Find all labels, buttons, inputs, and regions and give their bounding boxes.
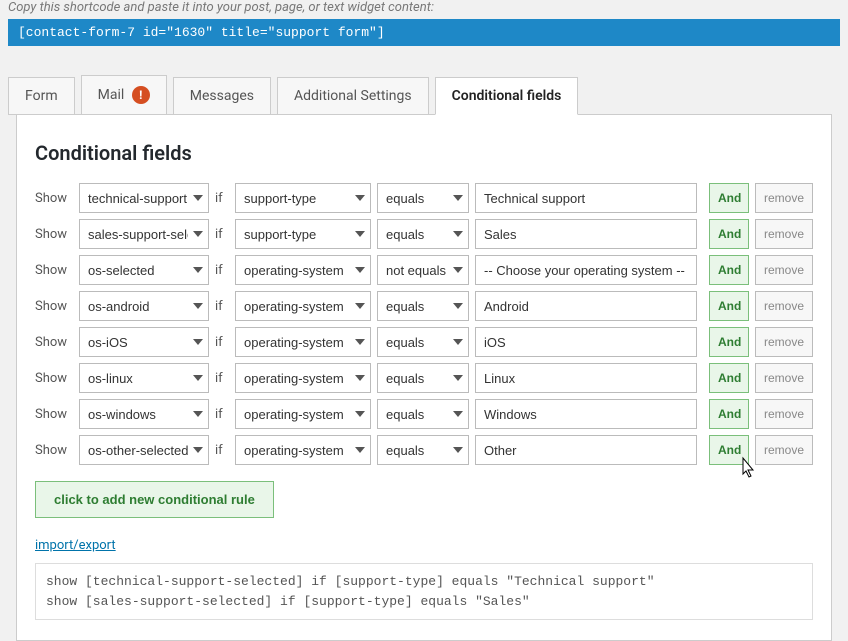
if-keyword: if (215, 335, 229, 350)
field-select[interactable]: operating-system (235, 363, 371, 393)
remove-button[interactable]: remove (755, 219, 813, 249)
field-select[interactable]: operating-system (235, 255, 371, 285)
tab-messages[interactable]: Messages (173, 77, 271, 115)
if-keyword: if (215, 407, 229, 422)
rule-row: Show technical-support if support-typeequal… (35, 183, 813, 213)
if-keyword: if (215, 443, 229, 458)
and-button[interactable]: And (709, 183, 749, 213)
group-select[interactable]: os-selected (79, 255, 209, 285)
group-select[interactable]: os-linux (79, 363, 209, 393)
remove-button[interactable]: remove (755, 183, 813, 213)
add-rule-button[interactable]: click to add new conditional rule (35, 481, 274, 518)
tab-conditional-fields[interactable]: Conditional fields (435, 77, 579, 115)
rule-row: Show os-linux if operating-systemequals Andr… (35, 363, 813, 393)
rule-row: Show os-windows if operating-systemequals An… (35, 399, 813, 429)
value-input[interactable] (475, 219, 697, 249)
show-keyword: Show (35, 263, 73, 278)
import-export-link[interactable]: import/export (35, 538, 116, 553)
value-input[interactable] (475, 183, 697, 213)
and-button[interactable]: And (709, 327, 749, 357)
group-select[interactable]: os-windows (79, 399, 209, 429)
group-select[interactable]: os-other-selected (79, 435, 209, 465)
if-keyword: if (215, 299, 229, 314)
rules-textarea[interactable]: show [technical-support-selected] if [su… (35, 563, 813, 620)
show-keyword: Show (35, 371, 73, 386)
shortcode-bar[interactable]: [contact-form-7 id="1630" title="support… (8, 19, 840, 46)
and-button[interactable]: And (709, 255, 749, 285)
operator-select[interactable]: equals (377, 183, 469, 213)
and-button[interactable]: And (709, 435, 749, 465)
operator-select[interactable]: equals (377, 219, 469, 249)
show-keyword: Show (35, 407, 73, 422)
field-select[interactable]: operating-system (235, 435, 371, 465)
and-button[interactable]: And (709, 399, 749, 429)
if-keyword: if (215, 227, 229, 242)
value-input[interactable] (475, 327, 697, 357)
tab-bar: Form Mail ! Messages Additional Settings… (8, 74, 840, 114)
and-button[interactable]: And (709, 363, 749, 393)
rules-list: Showtechnical-supportifsupport-typeequal… (35, 183, 813, 465)
show-keyword: Show (35, 299, 73, 314)
value-input[interactable] (475, 435, 697, 465)
rule-row: Show os-selected if operating-systemnot equ… (35, 255, 813, 285)
if-keyword: if (215, 191, 229, 206)
alert-icon: ! (132, 86, 150, 104)
section-title: Conditional fields (35, 141, 813, 165)
if-keyword: if (215, 371, 229, 386)
value-input[interactable] (475, 255, 697, 285)
group-select[interactable]: os-android (79, 291, 209, 321)
conditional-fields-panel: Conditional fields Show technical-support… (16, 114, 832, 641)
group-select[interactable]: os-iOS (79, 327, 209, 357)
operator-select[interactable]: not equals (377, 255, 469, 285)
rule-row: Show os-iOS if operating-systemequals Andrem… (35, 327, 813, 357)
operator-select[interactable]: equals (377, 327, 469, 357)
rule-row: Show sales-support-selected if support-type… (35, 219, 813, 249)
field-select[interactable]: operating-system (235, 291, 371, 321)
and-button[interactable]: And (709, 291, 749, 321)
field-select[interactable]: support-type (235, 183, 371, 213)
remove-button[interactable]: remove (755, 435, 813, 465)
shortcode-hint: Copy this shortcode and paste it into yo… (0, 0, 848, 19)
value-input[interactable] (475, 399, 697, 429)
operator-select[interactable]: equals (377, 363, 469, 393)
remove-button[interactable]: remove (755, 255, 813, 285)
show-keyword: Show (35, 191, 73, 206)
remove-button[interactable]: remove (755, 399, 813, 429)
field-select[interactable]: operating-system (235, 399, 371, 429)
value-input[interactable] (475, 291, 697, 321)
field-select[interactable]: support-type (235, 219, 371, 249)
rule-row: Show os-other-selected if operating-systeme… (35, 435, 813, 465)
show-keyword: Show (35, 335, 73, 350)
show-keyword: Show (35, 443, 73, 458)
operator-select[interactable]: equals (377, 435, 469, 465)
tab-mail-label: Mail (98, 87, 125, 103)
tab-mail[interactable]: Mail ! (81, 75, 167, 115)
remove-button[interactable]: remove (755, 291, 813, 321)
tab-form[interactable]: Form (8, 77, 75, 115)
rule-row: Show os-android if operating-systemequals An… (35, 291, 813, 321)
show-keyword: Show (35, 227, 73, 242)
remove-button[interactable]: remove (755, 363, 813, 393)
tab-additional-settings[interactable]: Additional Settings (277, 77, 429, 115)
if-keyword: if (215, 263, 229, 278)
operator-select[interactable]: equals (377, 399, 469, 429)
remove-button[interactable]: remove (755, 327, 813, 357)
value-input[interactable] (475, 363, 697, 393)
field-select[interactable]: operating-system (235, 327, 371, 357)
operator-select[interactable]: equals (377, 291, 469, 321)
group-select[interactable]: technical-support (79, 183, 209, 213)
and-button[interactable]: And (709, 219, 749, 249)
group-select[interactable]: sales-support-selected (79, 219, 209, 249)
